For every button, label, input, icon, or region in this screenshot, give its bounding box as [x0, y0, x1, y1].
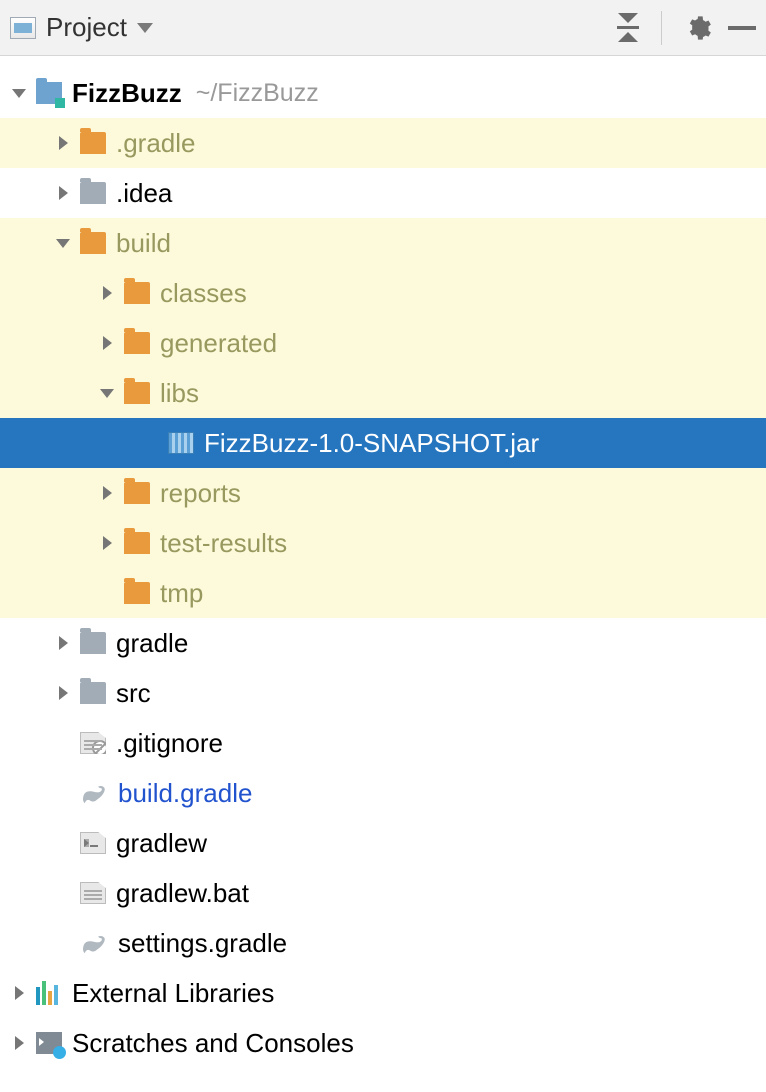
tree-root-project[interactable]: FizzBuzz ~/FizzBuzz — [0, 68, 766, 118]
tree-item-classes[interactable]: classes — [0, 268, 766, 318]
item-label: generated — [160, 328, 277, 359]
tree-item-jar[interactable]: FizzBuzz-1.0-SNAPSHOT.jar — [0, 418, 766, 468]
folder-icon — [80, 232, 106, 254]
chevron-down-icon[interactable] — [52, 232, 74, 254]
chevron-right-icon[interactable] — [96, 532, 118, 554]
tree-item-gradle-dir[interactable]: .gradle — [0, 118, 766, 168]
item-label: .gradle — [116, 128, 196, 159]
scratches-icon — [36, 1032, 62, 1054]
gitignore-icon — [80, 732, 106, 754]
item-label: test-results — [160, 528, 287, 559]
tree-item-gradlew-bat[interactable]: gradlew.bat — [0, 868, 766, 918]
tree-item-test-results[interactable]: test-results — [0, 518, 766, 568]
minimize-icon[interactable] — [728, 26, 756, 30]
tree-item-settings-gradle[interactable]: settings.gradle — [0, 918, 766, 968]
tree-item-reports[interactable]: reports — [0, 468, 766, 518]
item-label: libs — [160, 378, 199, 409]
chevron-right-icon[interactable] — [8, 982, 30, 1004]
item-label: build.gradle — [118, 778, 252, 809]
tree-item-gradle-folder[interactable]: gradle — [0, 618, 766, 668]
tree-item-build-gradle[interactable]: build.gradle — [0, 768, 766, 818]
panel-header: Project — [0, 0, 766, 56]
module-icon — [36, 82, 62, 104]
tree-item-gitignore[interactable]: .gitignore — [0, 718, 766, 768]
chevron-right-icon[interactable] — [96, 282, 118, 304]
chevron-down-icon[interactable] — [96, 382, 118, 404]
project-tree: FizzBuzz ~/FizzBuzz .gradle .idea build … — [0, 56, 766, 1068]
folder-icon — [124, 582, 150, 604]
item-label: gradlew — [116, 828, 207, 859]
item-label: build — [116, 228, 171, 259]
folder-icon — [124, 532, 150, 554]
libraries-icon — [36, 981, 62, 1005]
item-label: gradlew.bat — [116, 878, 249, 909]
chevron-right-icon[interactable] — [52, 182, 74, 204]
jar-icon — [168, 432, 194, 454]
gradle-icon — [80, 933, 108, 953]
item-label: .idea — [116, 178, 172, 209]
chevron-right-icon[interactable] — [52, 632, 74, 654]
item-label: External Libraries — [72, 978, 274, 1009]
item-label: reports — [160, 478, 241, 509]
project-view-icon — [10, 17, 36, 39]
tree-item-external-libraries[interactable]: External Libraries — [0, 968, 766, 1018]
item-label: classes — [160, 278, 247, 309]
collapse-all-icon[interactable] — [617, 13, 639, 42]
chevron-right-icon[interactable] — [52, 132, 74, 154]
project-name: FizzBuzz — [72, 78, 182, 109]
item-label: FizzBuzz-1.0-SNAPSHOT.jar — [204, 428, 539, 459]
item-label: Scratches and Consoles — [72, 1028, 354, 1059]
item-label: .gitignore — [116, 728, 223, 759]
tree-item-src[interactable]: src — [0, 668, 766, 718]
tree-item-tmp[interactable]: tmp — [0, 568, 766, 618]
chevron-right-icon[interactable] — [52, 682, 74, 704]
folder-icon — [80, 632, 106, 654]
project-path: ~/FizzBuzz — [196, 79, 319, 108]
chevron-down-icon[interactable] — [8, 82, 30, 104]
chevron-right-icon[interactable] — [96, 482, 118, 504]
folder-icon — [80, 682, 106, 704]
folder-icon — [124, 382, 150, 404]
gear-icon[interactable] — [684, 14, 712, 42]
chevron-right-icon[interactable] — [8, 1032, 30, 1054]
panel-title[interactable]: Project — [46, 12, 127, 43]
shell-script-icon — [80, 832, 106, 854]
dropdown-arrow-icon[interactable] — [137, 23, 153, 33]
folder-icon — [124, 282, 150, 304]
tree-item-gradlew[interactable]: gradlew — [0, 818, 766, 868]
tree-item-idea[interactable]: .idea — [0, 168, 766, 218]
tree-item-libs[interactable]: libs — [0, 368, 766, 418]
file-icon — [80, 882, 106, 904]
folder-icon — [80, 182, 106, 204]
item-label: gradle — [116, 628, 188, 659]
gradle-icon — [80, 783, 108, 803]
folder-icon — [80, 132, 106, 154]
folder-icon — [124, 482, 150, 504]
tree-item-generated[interactable]: generated — [0, 318, 766, 368]
tree-item-scratches[interactable]: Scratches and Consoles — [0, 1018, 766, 1068]
item-label: settings.gradle — [118, 928, 287, 959]
item-label: src — [116, 678, 151, 709]
tree-item-build[interactable]: build — [0, 218, 766, 268]
item-label: tmp — [160, 578, 203, 609]
folder-icon — [124, 332, 150, 354]
chevron-right-icon[interactable] — [96, 332, 118, 354]
divider — [661, 11, 662, 45]
